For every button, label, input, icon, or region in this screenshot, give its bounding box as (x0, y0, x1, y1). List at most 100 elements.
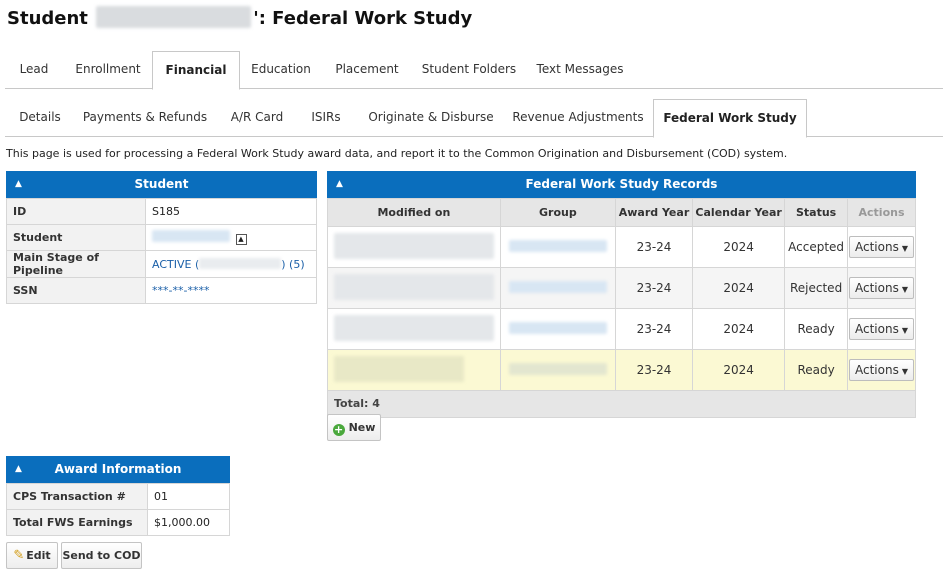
tab-revenue-adjustments[interactable]: Revenue Adjustments (510, 99, 646, 136)
modified-on-cell (327, 349, 501, 391)
pipeline-stage-link[interactable]: ACTIVE ( ) (5) (145, 250, 317, 278)
actions-label: Actions (855, 363, 899, 377)
tab-placement[interactable]: Placement (327, 51, 407, 88)
status-cell: Ready (784, 349, 848, 391)
redacted-modified (334, 314, 494, 341)
pencil-icon: ✎ (13, 548, 25, 563)
actions-dropdown-button[interactable]: Actions ▼ (849, 236, 914, 258)
actions-dropdown-button[interactable]: Actions ▼ (849, 277, 914, 299)
title-suffix: ': Federal Work Study (253, 8, 473, 29)
redacted-modified (334, 232, 494, 259)
total-fws-earnings-value: $1,000.00 (147, 509, 230, 536)
pipeline-stage-suffix: ) (5) (281, 257, 305, 271)
redacted-modified (334, 355, 464, 382)
student-panel-header[interactable]: ▲ Student (6, 171, 317, 198)
fws-records-table: Modified on Group Award Year Calendar Ye… (327, 198, 916, 391)
lock-icon[interactable]: ▲ (235, 234, 247, 245)
new-record-button[interactable]: + New (327, 414, 381, 441)
award-year-cell: 23-24 (614, 267, 694, 309)
tab-federal-work-study[interactable]: Federal Work Study (653, 99, 807, 138)
tab-isirs[interactable]: ISIRs (301, 99, 351, 136)
fws-records-panel: ▲ Federal Work Study Records Modified on… (327, 171, 916, 418)
col-status[interactable]: Status (784, 198, 848, 227)
group-cell (499, 267, 616, 309)
tab-enrollment[interactable]: Enrollment (63, 51, 153, 88)
intro-text: This page is used for processing a Feder… (6, 147, 788, 160)
actions-label: Actions (855, 240, 899, 254)
collapse-caret-icon[interactable]: ▲ (336, 171, 343, 198)
tab-student-folders[interactable]: Student Folders (415, 51, 523, 88)
ssn-value[interactable]: ***-**-**** (145, 277, 317, 304)
send-to-cod-button[interactable]: Send to COD (61, 542, 142, 569)
tab-financial[interactable]: Financial (152, 51, 240, 90)
student-row-pipeline: Main Stage of Pipeline ACTIVE () (5) (6, 250, 317, 278)
award-row-cps: CPS Transaction # 01 (6, 483, 230, 510)
calendar-year-cell: 2024 (692, 349, 786, 391)
status-cell: Rejected (784, 267, 848, 309)
table-header-row: Modified on Group Award Year Calendar Ye… (327, 198, 916, 227)
actions-dropdown-button[interactable]: Actions ▼ (849, 359, 914, 381)
col-award-year[interactable]: Award Year (614, 198, 694, 227)
award-row-earnings: Total FWS Earnings $1,000.00 (6, 509, 230, 536)
tab-education[interactable]: Education (241, 51, 321, 88)
student-panel: ▲ Student ID S185 Student ▲ Main Stage o… (6, 171, 317, 304)
award-year-cell: 23-24 (614, 349, 694, 391)
redacted-pipeline (199, 257, 282, 269)
student-row-ssn: SSN ***-**-**** (6, 277, 317, 304)
collapse-caret-icon[interactable]: ▲ (15, 171, 22, 198)
actions-cell: Actions ▼ (847, 226, 916, 268)
tab-text-messages[interactable]: Text Messages (530, 51, 630, 88)
field-label: CPS Transaction # (6, 483, 148, 510)
title-prefix: Student (7, 8, 88, 29)
actions-label: Actions (855, 281, 899, 295)
group-cell (499, 308, 616, 350)
sub-tab-bar: Details Payments & Refunds A/R Card ISIR… (5, 99, 943, 138)
dropdown-arrow-icon: ▼ (901, 285, 908, 294)
student-id-value: S185 (145, 198, 317, 225)
actions-cell: Actions ▼ (847, 308, 916, 350)
award-information-panel: ▲ Award Information CPS Transaction # 01… (6, 456, 230, 536)
pipeline-stage-prefix: ACTIVE ( (152, 257, 200, 271)
dropdown-arrow-icon: ▼ (901, 326, 908, 335)
award-panel-header[interactable]: ▲ Award Information (6, 456, 230, 483)
fws-panel-header[interactable]: ▲ Federal Work Study Records (327, 171, 916, 198)
edit-button[interactable]: ✎ Edit (6, 542, 58, 569)
tab-ar-card[interactable]: A/R Card (223, 99, 291, 136)
status-cell: Accepted (784, 226, 848, 268)
award-panel-title: Award Information (54, 462, 182, 476)
redacted-group-link[interactable] (508, 321, 607, 334)
tab-payments-refunds[interactable]: Payments & Refunds (82, 99, 208, 136)
collapse-caret-icon[interactable]: ▲ (15, 456, 22, 483)
redacted-student-link[interactable] (152, 230, 230, 242)
student-info-table: ID S185 Student ▲ Main Stage of Pipeline… (6, 198, 317, 304)
tab-originate-disburse[interactable]: Originate & Disburse (366, 99, 496, 136)
col-group[interactable]: Group (499, 198, 616, 227)
calendar-year-cell: 2024 (692, 267, 786, 309)
table-row[interactable]: 23-24 2024 Rejected Actions ▼ (327, 267, 916, 309)
tab-details[interactable]: Details (5, 99, 75, 136)
status-cell: Ready (784, 308, 848, 350)
table-row-selected[interactable]: 23-24 2024 Ready Actions ▼ (327, 349, 916, 391)
modified-on-cell (327, 308, 501, 350)
col-modified-on[interactable]: Modified on (327, 198, 501, 227)
redacted-group-link[interactable] (508, 239, 607, 252)
redacted-group-link[interactable] (508, 280, 607, 293)
dropdown-arrow-icon: ▼ (901, 244, 908, 253)
main-tab-bar: Lead Enrollment Financial Education Plac… (5, 51, 943, 90)
table-row[interactable]: 23-24 2024 Accepted Actions ▼ (327, 226, 916, 268)
student-name-value: ▲ (145, 224, 317, 251)
actions-label: Actions (855, 322, 899, 336)
table-row[interactable]: 23-24 2024 Ready Actions ▼ (327, 308, 916, 350)
actions-dropdown-button[interactable]: Actions ▼ (849, 318, 914, 340)
group-cell (499, 349, 616, 391)
records-total: Total: 4 (327, 391, 916, 418)
edit-button-label: Edit (26, 549, 51, 562)
actions-cell: Actions ▼ (847, 349, 916, 391)
modified-on-cell (327, 267, 501, 309)
redacted-group-link[interactable] (508, 362, 607, 375)
dropdown-arrow-icon: ▼ (901, 367, 908, 376)
award-year-cell: 23-24 (614, 226, 694, 268)
col-calendar-year[interactable]: Calendar Year (692, 198, 786, 227)
redacted-modified (334, 273, 494, 300)
tab-lead[interactable]: Lead (5, 51, 63, 88)
